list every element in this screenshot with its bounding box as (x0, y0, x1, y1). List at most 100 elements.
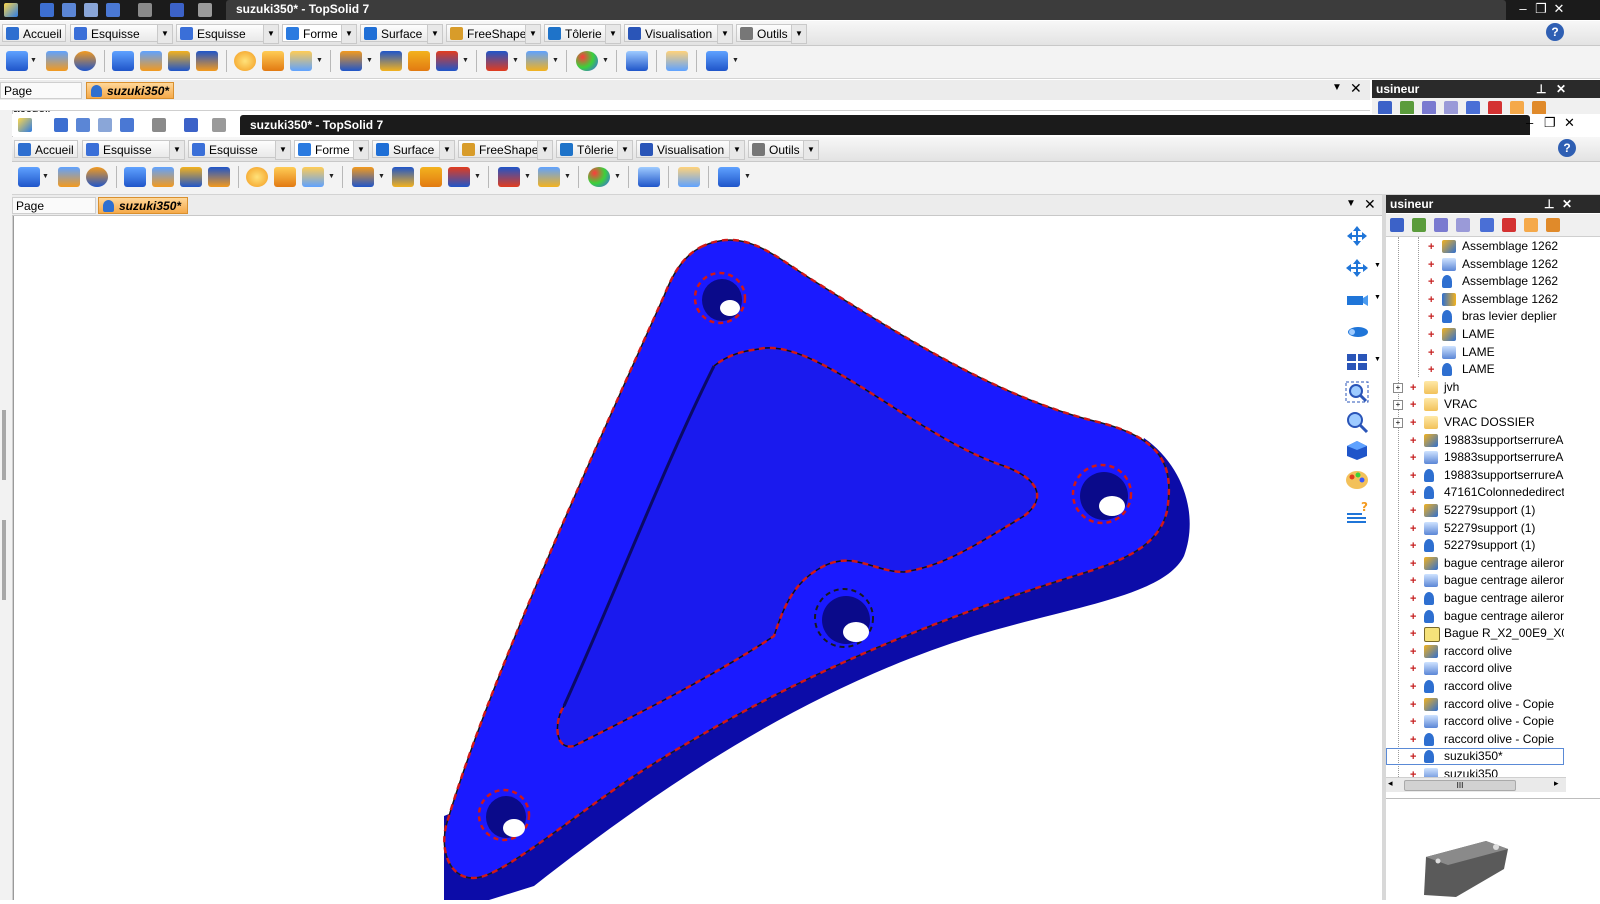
viewports-icon[interactable]: ▼ (1344, 350, 1381, 374)
pen-icon[interactable] (184, 118, 198, 132)
tab-forme[interactable]: Forme ▼ (294, 140, 369, 160)
tree-item[interactable]: +52279support (1) (1386, 520, 1564, 537)
tab-forme[interactable]: Forme ▼ (282, 24, 357, 44)
chevron-down-icon[interactable]: ▼ (157, 24, 173, 44)
new-document-icon[interactable] (1412, 218, 1426, 232)
extrude-icon[interactable] (46, 51, 68, 71)
tab-esquisse-3d[interactable]: Esquisse 3D▼ (188, 140, 291, 175)
tab-accueil[interactable]: Accueil (2, 24, 66, 42)
chevron-down-icon[interactable]: ▼ (537, 140, 553, 160)
shaded-cube-icon[interactable] (1344, 438, 1370, 462)
tree-item[interactable]: + + jvh (1386, 379, 1564, 396)
tree-item[interactable]: + suzuki350 (1386, 766, 1564, 777)
pocket-icon[interactable] (112, 51, 134, 71)
chamfer-icon[interactable] (262, 51, 284, 71)
chevron-down-icon[interactable]: ▼ (791, 24, 807, 44)
tab-suzuki350[interactable]: suzuki350* (86, 82, 174, 99)
dropdown-arrow-icon[interactable]: ▼ (602, 57, 609, 64)
chevron-down-icon[interactable]: ▼ (341, 24, 357, 44)
refresh-icon[interactable] (198, 3, 212, 17)
pattern-icon[interactable] (538, 167, 560, 187)
tab-esquisse-3d[interactable]: Esquisse 3D▼ (176, 24, 279, 59)
pocket-icon[interactable] (124, 167, 146, 187)
tree-item[interactable]: + Assemblage 1262 (1386, 291, 1564, 308)
pin-icon[interactable]: ⊥ (1544, 195, 1554, 213)
tab-surface[interactable]: Surface ▼ (372, 140, 455, 160)
print-icon[interactable] (84, 3, 98, 17)
tree-item[interactable]: +52279support (1) (1386, 537, 1564, 554)
app-logo-icon[interactable] (18, 118, 32, 132)
chevron-down-icon[interactable]: ▼ (803, 140, 819, 160)
close-button[interactable]: ✕ (1550, 1, 1568, 17)
stock-icon[interactable] (666, 51, 688, 71)
dropdown-arrow-icon[interactable]: ▼ (462, 57, 469, 64)
camera-icon[interactable]: ▼ (1344, 288, 1381, 312)
tree-item[interactable]: + raccord olive (1386, 660, 1564, 677)
pin-icon[interactable]: ⊥ (1536, 80, 1546, 98)
check-in-icon[interactable] (1434, 218, 1448, 232)
outer-left-splitter[interactable] (2, 520, 6, 600)
tab-outils[interactable]: Outils ▼ (748, 140, 819, 160)
chevron-down-icon[interactable]: ▼ (275, 140, 291, 160)
palette-icon[interactable] (576, 51, 598, 71)
tree-item[interactable]: + Bague R_X2_00E9_X0_a (1386, 625, 1564, 643)
zoom-window-icon[interactable] (1344, 380, 1370, 404)
extrude-icon[interactable] (58, 167, 80, 187)
minimize-button[interactable]: – (1514, 1, 1532, 17)
tree-item[interactable]: + bras levier deplier (1386, 308, 1564, 325)
tab-freeshape[interactable]: FreeShape ▼ (446, 24, 541, 44)
material-icon[interactable] (638, 167, 660, 187)
loft-icon[interactable] (208, 167, 230, 187)
pattern-icon[interactable] (526, 51, 548, 71)
save-icon[interactable] (40, 3, 54, 17)
tree-item[interactable]: + bague centrage aileron (1386, 608, 1564, 625)
rotate-icon[interactable]: ▼ (1344, 256, 1381, 280)
thread-icon[interactable] (380, 51, 402, 71)
dropdown-arrow-icon[interactable]: ▼ (732, 57, 739, 64)
expand-icon[interactable]: + (1393, 418, 1403, 428)
tab-esquisse-2d[interactable]: Esquisse 2D▼ (70, 24, 173, 59)
box-icon[interactable] (6, 51, 28, 71)
chevron-down-icon[interactable]: ▼ (717, 24, 733, 44)
panel-tool-icon[interactable] (1466, 101, 1480, 115)
tab-list-icon[interactable]: ▼ (1346, 198, 1356, 209)
boolean-icon[interactable] (498, 167, 520, 187)
dropdown-arrow-icon[interactable]: ▼ (366, 57, 373, 64)
fillet-icon[interactable] (234, 51, 256, 71)
chevron-down-icon[interactable]: ▼ (169, 140, 185, 160)
tab-outils[interactable]: Outils ▼ (736, 24, 807, 44)
move-icon[interactable] (1344, 224, 1370, 248)
refresh-icon[interactable] (212, 118, 226, 132)
dropdown-arrow-icon[interactable]: ▼ (552, 57, 559, 64)
dropdown-arrow-icon[interactable]: ▼ (614, 173, 621, 180)
tree-item[interactable]: + raccord olive - Copie (1386, 731, 1564, 748)
redo-icon[interactable] (138, 3, 152, 17)
redo-icon[interactable] (152, 118, 166, 132)
rib-icon[interactable] (408, 51, 430, 71)
tree-item[interactable]: + Assemblage 1262 (1386, 256, 1564, 273)
minimize-button[interactable]: – (1526, 115, 1533, 130)
tree-item[interactable]: +52279support (1) (1386, 502, 1564, 519)
tree-item[interactable]: + LAME (1386, 344, 1564, 361)
dropdown-arrow-icon[interactable]: ▼ (512, 57, 519, 64)
help-icon[interactable]: ? (1558, 139, 1576, 157)
close-button[interactable]: ✕ (1564, 115, 1575, 131)
analysis-icon[interactable] (706, 51, 728, 71)
panel-tool-icon[interactable] (1444, 101, 1458, 115)
tree-item[interactable]: + + VRAC DOSSIER (1386, 414, 1564, 431)
chevron-down-icon[interactable]: ▼ (617, 140, 633, 160)
boolean-icon[interactable] (486, 51, 508, 71)
draft-icon[interactable] (436, 51, 458, 71)
restore-button[interactable]: ❐ (1544, 115, 1556, 131)
pen-icon[interactable] (170, 3, 184, 17)
shell-icon[interactable] (302, 167, 324, 187)
close-document-icon[interactable]: ✕ (1350, 80, 1362, 97)
app-logo-icon[interactable] (4, 3, 18, 17)
flag-icon[interactable] (1488, 101, 1502, 115)
restore-button[interactable]: ❐ (1532, 1, 1550, 17)
tree-item[interactable]: +19883supportserrureAL (1386, 467, 1564, 484)
tree-item[interactable]: + Assemblage 1262 (1386, 273, 1564, 290)
tree-item[interactable]: + Assemblage 1262 (1386, 238, 1564, 255)
arrow-right-icon[interactable] (1546, 218, 1560, 232)
layers-icon[interactable] (1480, 218, 1494, 232)
